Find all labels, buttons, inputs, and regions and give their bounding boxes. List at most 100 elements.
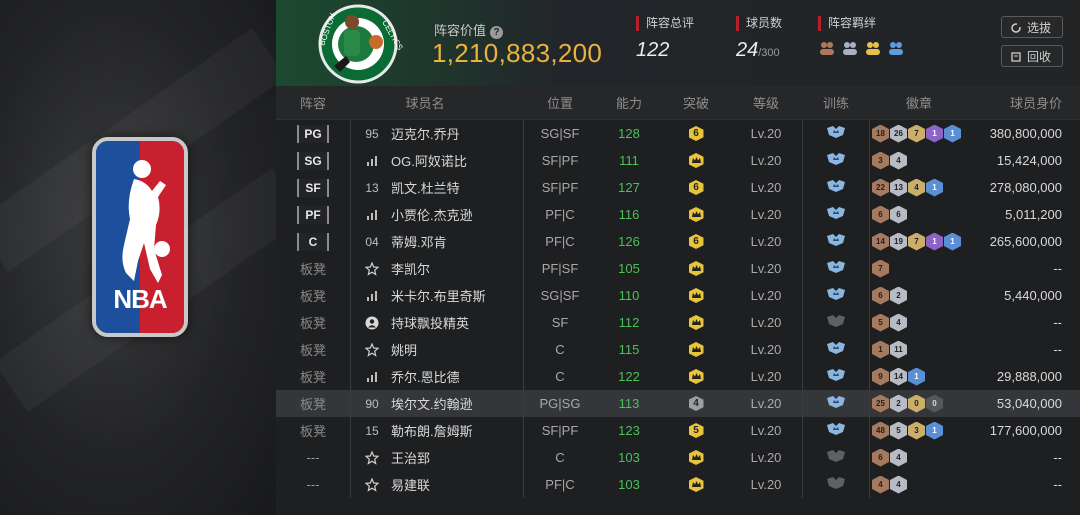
col-player-name[interactable]: 球员名 bbox=[350, 86, 500, 119]
player-name-cell[interactable]: 姚明 bbox=[350, 336, 524, 363]
training-cell[interactable] bbox=[802, 147, 870, 174]
table-row[interactable]: SG OG.阿奴诺比 SF|PF 111 Lv.20 3 4 15,424,000 bbox=[276, 147, 1080, 174]
lineup-slot[interactable]: --- bbox=[276, 471, 350, 498]
breakthrough-cell: 6 bbox=[662, 120, 730, 147]
recycle-button[interactable]: 回收 bbox=[1001, 45, 1063, 67]
badges-cell[interactable]: 9 14 1 bbox=[870, 363, 966, 390]
lineup-slot[interactable]: SF bbox=[276, 174, 350, 201]
badges-cell[interactable]: 25 2 0 0 bbox=[870, 390, 966, 417]
breakthrough-cell bbox=[662, 147, 730, 174]
badges-cell[interactable]: 48 5 3 1 bbox=[870, 417, 966, 444]
training-icon bbox=[826, 260, 846, 277]
player-name-cell[interactable]: 易建联 bbox=[350, 471, 524, 498]
lineup-slot[interactable]: 板凳 bbox=[276, 309, 350, 336]
lineup-slot[interactable]: 板凳 bbox=[276, 255, 350, 282]
table-row[interactable]: 板凳 李凯尔 PF|SF 105 Lv.20 7 -- bbox=[276, 255, 1080, 282]
bond-icon-gold[interactable] bbox=[864, 40, 882, 56]
badge-silver-icon: 19 bbox=[890, 232, 907, 251]
training-cell[interactable] bbox=[802, 228, 870, 255]
player-name: 小贾伦.杰克逊 bbox=[391, 208, 473, 223]
player-position: C bbox=[555, 342, 565, 357]
celtics-logo-icon: BOSTON CELTICS bbox=[317, 4, 404, 84]
player-name-cell[interactable]: 李凯尔 bbox=[350, 255, 524, 282]
player-name-cell[interactable]: 米卡尔.布里奇斯 bbox=[350, 282, 524, 309]
lineup-slot[interactable]: PF bbox=[276, 201, 350, 228]
lineup-slot[interactable]: PG bbox=[276, 120, 350, 147]
table-row[interactable]: PF 小贾伦.杰克逊 PF|C 116 Lv.20 6 6 5,011,200 bbox=[276, 201, 1080, 228]
table-row[interactable]: SF 13 凯文.杜兰特 SF|PF 127 6 Lv.20 22 13 4 1 278,080,00… bbox=[276, 174, 1080, 201]
training-cell[interactable] bbox=[802, 120, 870, 147]
training-cell[interactable] bbox=[802, 363, 870, 390]
col-breakthrough[interactable]: 突破 bbox=[662, 86, 730, 119]
badges-cell[interactable]: 64 bbox=[870, 444, 966, 471]
col-badges[interactable]: 徽章 bbox=[870, 86, 966, 119]
player-name-cell[interactable]: 13 凯文.杜兰特 bbox=[350, 174, 524, 201]
training-cell[interactable] bbox=[802, 444, 870, 471]
table-row[interactable]: 板凳 乔尔.恩比德 C 122 Lv.20 9 14 1 29,888,000 bbox=[276, 363, 1080, 390]
training-cell[interactable] bbox=[802, 255, 870, 282]
player-name-cell[interactable]: 15 勒布朗.詹姆斯 bbox=[350, 417, 524, 444]
player-name-cell[interactable]: 乔尔.恩比德 bbox=[350, 363, 524, 390]
lineup-slot[interactable]: 板凳 bbox=[276, 363, 350, 390]
badges-cell[interactable]: 34 bbox=[870, 147, 966, 174]
training-cell[interactable] bbox=[802, 471, 870, 498]
lineup-slot[interactable]: 板凳 bbox=[276, 417, 350, 444]
recycle-icon bbox=[1011, 51, 1021, 62]
badges-cell[interactable]: 22 13 4 1 bbox=[870, 174, 966, 201]
player-name-cell[interactable]: 持球飘投精英 bbox=[350, 309, 524, 336]
player-name-cell[interactable]: 王治郅 bbox=[350, 444, 524, 471]
lineup-slot[interactable]: 板凳 bbox=[276, 390, 350, 417]
player-value: -- bbox=[1053, 450, 1062, 465]
col-player-value[interactable]: 球员身价 bbox=[966, 86, 1080, 119]
badges-cell[interactable]: 54 bbox=[870, 309, 966, 336]
training-cell[interactable] bbox=[802, 282, 870, 309]
table-row[interactable]: 板凳 持球飘投精英 SF 112 Lv.20 5 4 -- bbox=[276, 309, 1080, 336]
player-name-cell[interactable]: OG.阿奴诺比 bbox=[350, 147, 524, 174]
table-row[interactable]: --- 易建联 PF|C 103 Lv.20 4 4 -- bbox=[276, 471, 1080, 498]
badges-cell[interactable]: 18 26 7 1 1 bbox=[870, 120, 966, 147]
player-level: Lv.20 bbox=[750, 477, 782, 492]
badge-bronze-icon: 18 bbox=[872, 124, 889, 143]
player-name-cell[interactable]: 04 蒂姆.邓肯 bbox=[350, 228, 524, 255]
training-cell[interactable] bbox=[802, 309, 870, 336]
player-name-cell[interactable]: 95 迈克尔.乔丹 bbox=[350, 120, 524, 147]
table-row[interactable]: 板凳 米卡尔.布里奇斯 SG|SF 110 Lv.20 6 2 5,440,000 bbox=[276, 282, 1080, 309]
col-ability[interactable]: 能力 bbox=[596, 86, 662, 119]
breakthrough-cell bbox=[662, 255, 730, 282]
table-row[interactable]: PG 95 迈克尔.乔丹 SG|SF 128 6 Lv.20 18 26 7 1 1 380,800,0… bbox=[276, 120, 1080, 147]
training-cell[interactable] bbox=[802, 201, 870, 228]
lineup-slot[interactable]: 板凳 bbox=[276, 336, 350, 363]
col-training[interactable]: 训练 bbox=[802, 86, 870, 119]
col-lineup[interactable]: 阵容 bbox=[276, 86, 350, 119]
table-row[interactable]: 板凳 姚明 C 115 Lv.20 1 11 -- bbox=[276, 336, 1080, 363]
badges-cell[interactable]: 14 19 7 1 1 bbox=[870, 228, 966, 255]
badges-cell[interactable]: 44 bbox=[870, 471, 966, 498]
lineup-slot[interactable]: 板凳 bbox=[276, 282, 350, 309]
table-row[interactable]: 板凳 90 埃尔文.约翰逊 PG|SG 113 4 Lv.20 25 2 0 0 53,040,000 bbox=[276, 390, 1080, 417]
badges-cell[interactable]: 7 bbox=[870, 255, 966, 282]
lineup-slot[interactable]: C bbox=[276, 228, 350, 255]
player-name: 易建联 bbox=[391, 478, 431, 493]
bond-icon-bronze[interactable] bbox=[818, 40, 836, 56]
lineup-slot[interactable]: SG bbox=[276, 147, 350, 174]
training-cell[interactable] bbox=[802, 390, 870, 417]
player-name-cell[interactable]: 90 埃尔文.约翰逊 bbox=[350, 390, 524, 417]
table-row[interactable]: 板凳 15 勒布朗.詹姆斯 SF|PF 123 5 Lv.20 48 5 3 1 177,600,00… bbox=[276, 417, 1080, 444]
training-cell[interactable] bbox=[802, 174, 870, 201]
training-cell[interactable] bbox=[802, 417, 870, 444]
table-row[interactable]: C 04 蒂姆.邓肯 PF|C 126 6 Lv.20 14 19 7 1 1 265,600,000 bbox=[276, 228, 1080, 255]
training-cell[interactable] bbox=[802, 336, 870, 363]
select-button[interactable]: 选拔 bbox=[1001, 16, 1063, 38]
badges-cell[interactable]: 66 bbox=[870, 201, 966, 228]
bond-icon-blue[interactable] bbox=[887, 40, 905, 56]
table-row[interactable]: --- 王治郅 C 103 Lv.20 6 4 -- bbox=[276, 444, 1080, 471]
badges-cell[interactable]: 1 11 bbox=[870, 336, 966, 363]
badges-cell[interactable]: 62 bbox=[870, 282, 966, 309]
player-level: Lv.20 bbox=[750, 369, 782, 384]
col-level[interactable]: 等级 bbox=[730, 86, 802, 119]
breakthrough-cell bbox=[662, 471, 730, 498]
bond-icon-silver[interactable] bbox=[841, 40, 859, 56]
lineup-slot[interactable]: --- bbox=[276, 444, 350, 471]
player-name-cell[interactable]: 小贾伦.杰克逊 bbox=[350, 201, 524, 228]
col-position[interactable]: 位置 bbox=[524, 86, 596, 119]
